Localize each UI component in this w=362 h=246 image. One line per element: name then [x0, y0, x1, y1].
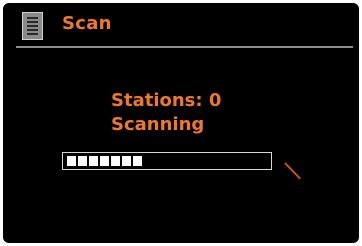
- progress-segment: [133, 156, 142, 166]
- progress-segment: [111, 156, 120, 166]
- menu-list-icon[interactable]: [22, 12, 43, 40]
- header-divider: [16, 46, 353, 48]
- progress-segment: [100, 156, 109, 166]
- scan-progress-bar: [62, 152, 272, 170]
- stations-count-text: Stations: 0: [111, 90, 222, 111]
- activity-spinner-icon: [284, 162, 302, 180]
- scan-state-text: Scanning: [111, 114, 205, 135]
- progress-segment: [78, 156, 87, 166]
- progress-segment: [67, 156, 76, 166]
- display-screen: Scan Stations: 0 Scanning: [3, 3, 359, 243]
- progress-segment: [89, 156, 98, 166]
- header-bar: Scan: [3, 3, 359, 47]
- progress-segment: [122, 156, 131, 166]
- progress-fill: [67, 156, 142, 166]
- page-title: Scan: [62, 13, 112, 34]
